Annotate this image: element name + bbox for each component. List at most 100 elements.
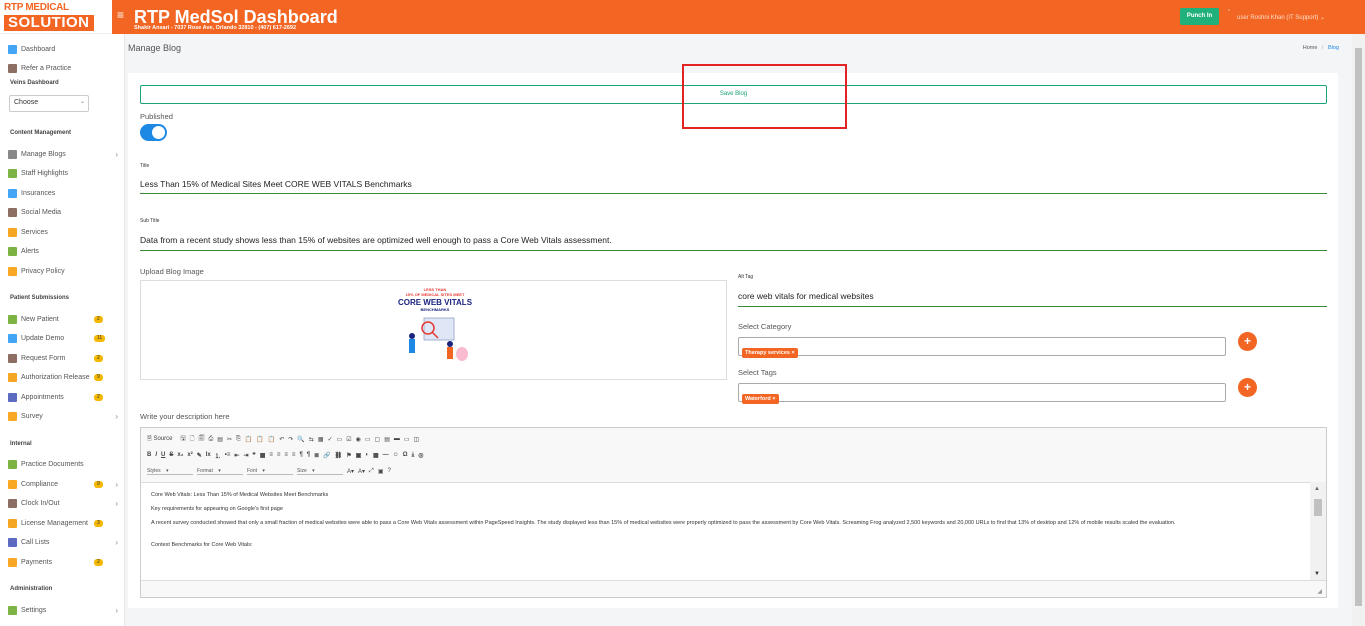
select-field-icon[interactable]: ▤ [384, 436, 390, 443]
bulleted-list-icon[interactable]: •≡ [225, 452, 231, 458]
print-icon[interactable]: ⎙ [208, 436, 213, 443]
source-button[interactable]: 🗎 Source [147, 434, 177, 444]
maximize-icon[interactable]: ⤢ [369, 468, 374, 475]
sidebar-item-alerts[interactable]: Alerts [8, 247, 120, 256]
page-break-icon[interactable]: ⤓ [412, 452, 415, 459]
italic-icon[interactable]: I [155, 452, 157, 458]
editor-content[interactable]: Core Web Vitals: Less Than 15% of Medica… [141, 482, 1311, 580]
published-toggle[interactable] [140, 124, 167, 141]
textarea-icon[interactable]: ▢ [375, 436, 381, 443]
table-icon[interactable]: ▦ [373, 452, 379, 459]
text-color-icon[interactable]: A▾ [347, 468, 354, 475]
underline-icon[interactable]: U [161, 452, 165, 458]
styles-dropdown[interactable]: Styles ▾ [147, 468, 193, 475]
button-icon[interactable]: ▬ [394, 436, 400, 442]
paste-word-icon[interactable]: 📋 [268, 436, 275, 443]
help-icon[interactable]: ? [388, 468, 391, 474]
size-dropdown[interactable]: Size ▾ [297, 468, 343, 475]
breadcrumb-home[interactable]: Home [1303, 45, 1318, 51]
sidebar-item-insurances[interactable]: Insurances [8, 189, 120, 198]
sidebar-item-update-demo[interactable]: Update Demo 11 [8, 334, 120, 343]
bg-color-icon[interactable]: A▾ [358, 468, 365, 475]
form-icon[interactable]: ▭ [337, 436, 343, 443]
outdent-icon[interactable]: ⇤ [234, 452, 239, 459]
templates-icon[interactable]: ▤ [217, 436, 223, 443]
app-logo[interactable]: RTP MEDICAL SOLUTION [0, 0, 112, 34]
add-category-button[interactable]: + [1238, 332, 1257, 351]
new-page-icon[interactable]: 🗋 [190, 434, 195, 444]
horizontal-line-icon[interactable]: ― [383, 452, 389, 458]
radio-icon[interactable]: ◉ [356, 436, 361, 443]
superscript-icon[interactable]: x² [187, 452, 192, 458]
editor-scroll-thumb[interactable] [1314, 499, 1322, 516]
blog-image-upload[interactable]: LESS THAN 15% OF MEDICAL SITES MEET CORE… [140, 280, 727, 380]
sidebar-item-staff-highlights[interactable]: Staff Highlights [8, 169, 120, 178]
sidebar-item-license-management[interactable]: License Management 3 [8, 519, 120, 528]
font-dropdown[interactable]: Font ▾ [247, 468, 293, 475]
scroll-down-icon[interactable]: ▼ [1314, 571, 1320, 577]
numbered-list-icon[interactable]: ⒈ [215, 451, 221, 460]
cut-icon[interactable]: ✂ [227, 436, 232, 443]
show-blocks-icon[interactable]: ▣ [378, 468, 384, 475]
div-icon[interactable]: ▦ [260, 452, 266, 459]
iframe-icon[interactable]: ◎ [418, 452, 423, 459]
sidebar-item-call-lists[interactable]: Call Lists › [8, 538, 120, 547]
sidebar-item-social-media[interactable]: Social Media [8, 208, 120, 217]
sidebar-item-appointments[interactable]: Appointments 2 [8, 393, 120, 402]
align-center-icon[interactable]: ≡ [277, 452, 281, 458]
sidebar-item-new-patient[interactable]: New Patient 2 [8, 315, 120, 324]
unlink-icon[interactable]: ⛓ [335, 452, 343, 459]
sidebar-item-manage-blogs[interactable]: Manage Blogs › [8, 150, 120, 159]
format-dropdown[interactable]: Format ▾ [197, 468, 243, 475]
bold-icon[interactable]: B [147, 452, 151, 458]
image-icon[interactable]: ▣ [356, 452, 362, 459]
hamburger-menu-icon[interactable]: ≡ [117, 8, 124, 22]
align-right-icon[interactable]: ≡ [284, 452, 288, 458]
sidebar-item-survey[interactable]: Survey › [8, 412, 120, 421]
copy-icon[interactable]: ⎘ [236, 436, 241, 443]
sidebar-item-services[interactable]: Services [8, 228, 120, 237]
window-scroll-thumb[interactable] [1355, 48, 1362, 606]
find-icon[interactable]: 🔍 [297, 436, 304, 443]
resize-handle-icon[interactable]: ◢ [1317, 588, 1322, 595]
category-select[interactable]: Therapy services × [738, 337, 1226, 358]
remove-format-icon[interactable]: Ix [206, 452, 211, 458]
spellcheck-icon[interactable]: ✓ [328, 436, 333, 443]
preview-icon[interactable]: 🗐 [198, 434, 204, 444]
paste-icon[interactable]: 📋 [245, 436, 252, 443]
undo-icon[interactable]: ↶ [279, 436, 284, 443]
sidebar-item-settings[interactable]: Settings › [8, 606, 120, 615]
user-menu[interactable]: ▫ user Roshni Khan (IT Support) ⌄ [1228, 8, 1325, 21]
replace-icon[interactable]: ⇆ [309, 436, 314, 443]
sidebar-item-practice-documents[interactable]: Practice Documents [8, 460, 120, 469]
textfield-icon[interactable]: ▭ [365, 436, 371, 443]
flash-icon[interactable]: ◐ [365, 452, 369, 458]
veins-dashboard-select[interactable]: Choose ⌄ [9, 95, 89, 112]
indent-icon[interactable]: ⇥ [243, 452, 248, 459]
language-icon[interactable]: ≣ [314, 452, 319, 459]
paste-text-icon[interactable]: 📋 [256, 436, 263, 443]
sidebar-item-privacy-policy[interactable]: Privacy Policy [8, 267, 120, 276]
hidden-field-icon[interactable]: ◫ [414, 436, 420, 443]
anchor-icon[interactable]: ⚑ [346, 452, 351, 459]
checkbox-icon[interactable]: ☑ [346, 436, 351, 443]
sidebar-item-authorization-release[interactable]: Authorization Release 9 [8, 373, 120, 382]
editor-scrollbar[interactable]: ▲ ▼ [1310, 482, 1326, 580]
redo-icon[interactable]: ↷ [288, 436, 293, 443]
align-left-icon[interactable]: ≡ [269, 452, 273, 458]
scroll-up-icon[interactable]: ▲ [1314, 486, 1320, 492]
sidebar-item-payments[interactable]: Payments 2 [8, 558, 120, 567]
add-tag-button[interactable]: + [1238, 378, 1257, 397]
sidebar-item-request-form[interactable]: Request Form 2 [8, 354, 120, 363]
link-icon[interactable]: 🔗 [323, 452, 330, 459]
blockquote-icon[interactable]: ❞ [252, 452, 255, 459]
tags-select[interactable]: Waterford × [738, 383, 1226, 404]
sidebar-item-refer-a-practice[interactable]: Refer a Practice [8, 64, 120, 73]
punch-in-button[interactable]: Punch In [1180, 8, 1219, 25]
subscript-icon[interactable]: x₂ [177, 452, 183, 458]
tag-chip[interactable]: Waterford × [742, 394, 779, 404]
copy-format-icon[interactable]: ✎ [197, 452, 202, 459]
smiley-icon[interactable]: ☺ [393, 452, 399, 458]
special-char-icon[interactable]: Ω [403, 452, 408, 458]
image-button-icon[interactable]: ▭ [404, 436, 410, 443]
